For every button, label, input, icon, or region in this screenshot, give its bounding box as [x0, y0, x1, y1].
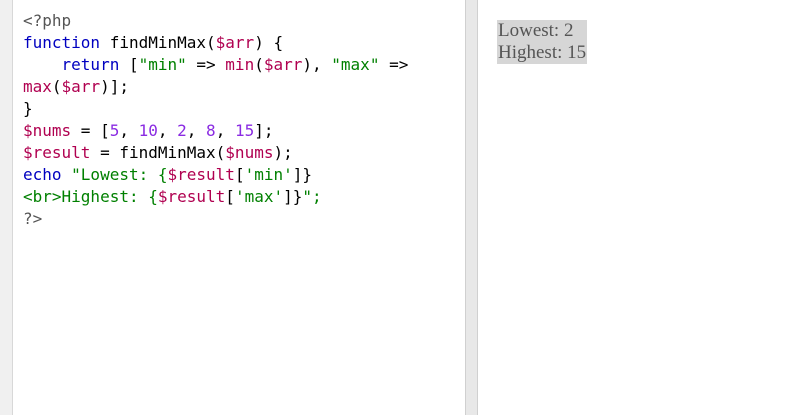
pane-splitter[interactable] [465, 0, 478, 415]
code-token: function [23, 33, 101, 52]
code-token: 8 [206, 121, 216, 140]
code-line[interactable]: function findMinMax($arr) { [23, 32, 465, 54]
code-line[interactable]: return ["min" => min($arr), "max" => [23, 54, 465, 76]
code-token: , [215, 121, 235, 140]
code-line[interactable]: $nums = [5, 10, 2, 8, 15]; [23, 120, 465, 142]
code-token: "max" [331, 55, 380, 74]
output-result: Lowest: 2 Highest: 15 [497, 20, 588, 64]
code-line[interactable]: ?> [23, 208, 465, 230]
code-token: )]; [100, 77, 129, 96]
code-token: 'min' [244, 165, 293, 184]
code-token: $result [157, 187, 226, 206]
code-token: findMinMax( [100, 33, 216, 52]
code-token: , [186, 121, 207, 140]
code-token: 5 [109, 121, 120, 140]
code-token: "Lowest: { [61, 165, 168, 184]
code-token: ) { [254, 33, 284, 52]
code-token: ]; [254, 121, 274, 140]
code-token: $nums [23, 121, 72, 140]
code-token: 'max' [234, 187, 284, 206]
editor-gutter [0, 0, 13, 415]
code-token: = [ [71, 121, 110, 140]
code-token: ( [51, 77, 62, 96]
code-token: $result [167, 165, 235, 184]
code-token: $arr [263, 55, 303, 74]
code-line[interactable]: echo "Lowest: {$result['min']} [23, 164, 465, 186]
code-token: ); [273, 143, 293, 162]
output-lowest: Lowest: 2 [498, 20, 574, 41]
code-line[interactable]: max($arr)]; [23, 76, 465, 98]
code-token: <?php [23, 11, 72, 30]
code-token: , [119, 121, 139, 140]
output-highest: Highest: 15 [498, 42, 587, 63]
code-token: "min" [138, 55, 187, 74]
code-token: $arr [61, 77, 101, 96]
code-token: $result [23, 143, 91, 162]
code-token: 15 [234, 121, 255, 140]
code-line[interactable]: <br>Highest: {$result['max']}"; [23, 186, 465, 208]
code-token: return [61, 55, 120, 74]
code-token: $arr [215, 33, 255, 52]
code-token: max [23, 77, 52, 96]
code-token: "; [302, 187, 322, 206]
code-line[interactable]: $result = findMinMax($nums); [23, 142, 465, 164]
code-editor[interactable]: <?php function findMinMax($arr) { return … [13, 0, 465, 415]
code-token: [ [119, 55, 139, 74]
code-token: <br>Highest: { [23, 187, 158, 206]
code-token: [ [225, 187, 235, 206]
code-content[interactable]: <?php function findMinMax($arr) { return … [13, 0, 465, 230]
code-token: 10 [138, 121, 158, 140]
php-playground: <?php function findMinMax($arr) { return … [0, 0, 798, 415]
output-pane: Lowest: 2 Highest: 15 [478, 0, 798, 415]
code-token: min [225, 55, 255, 74]
code-token: ?> [23, 209, 43, 228]
code-token: => [379, 55, 409, 74]
code-token: , [157, 121, 178, 140]
code-line[interactable]: } [23, 98, 465, 120]
code-token: => [186, 55, 226, 74]
code-line[interactable]: <?php [23, 10, 465, 32]
code-token: $nums [225, 143, 274, 162]
code-token: ]} [292, 165, 313, 184]
code-token: ]} [283, 187, 303, 206]
code-token: ), [302, 55, 332, 74]
code-token: } [23, 99, 33, 118]
code-token: ( [254, 55, 264, 74]
code-token: = findMinMax( [90, 143, 226, 162]
code-token: [ [234, 165, 245, 184]
code-token: 2 [177, 121, 187, 140]
code-token: echo [23, 165, 62, 184]
